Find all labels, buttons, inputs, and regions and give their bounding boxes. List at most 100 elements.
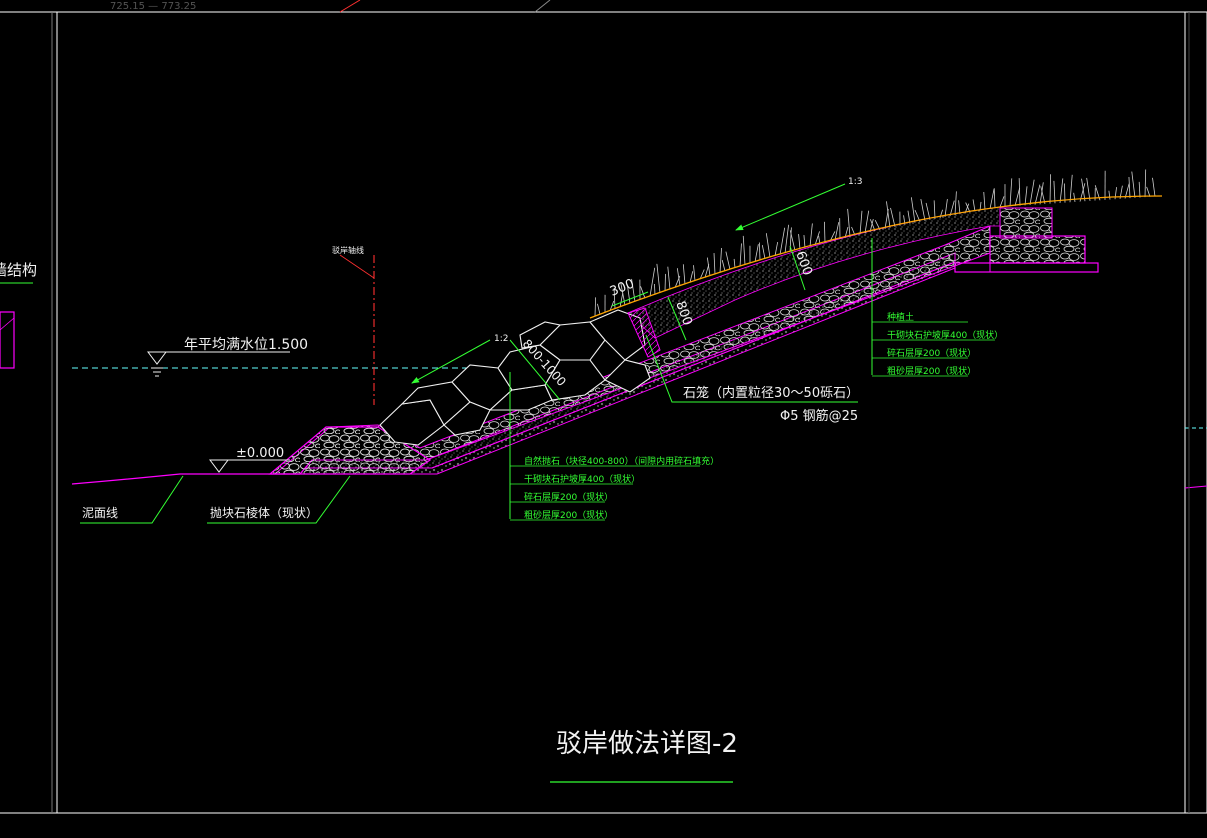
grass-blade (1049, 174, 1051, 204)
left-clip-box-diagonal (0, 317, 15, 331)
grass-blade (1152, 177, 1156, 197)
grass-blade (649, 267, 656, 297)
water-level-label: 年平均满水位1.500 (184, 337, 308, 353)
top-wall-base (954, 262, 1099, 273)
grass-blade (682, 264, 686, 285)
grass-blade (594, 297, 597, 317)
grass-blade (933, 200, 936, 219)
grass-blade (1138, 181, 1141, 198)
grass-blade (999, 196, 1005, 208)
grass-blade (824, 221, 826, 243)
grass-blade (774, 242, 779, 257)
upper-callout-2: 干砌块石护坡厚400（现状） (887, 329, 1003, 341)
grass-blade (864, 210, 870, 234)
slope-lower-label: 1:2 (494, 334, 508, 344)
grass-blade (654, 283, 656, 295)
grass-blade (1059, 178, 1064, 203)
upper-callout-4: 粗砂层厚200（现状） (887, 365, 976, 377)
grass-blade (1144, 169, 1147, 198)
left-clip-box (0, 311, 15, 369)
grass-blade (784, 224, 790, 254)
grass-blade (803, 235, 806, 248)
grass-blade (834, 222, 840, 241)
upper-callouts: 种植土 干砌块石护坡厚400（现状） 碎石层厚200（现状） 粗砂层厚200（现… (872, 311, 1003, 377)
grass-blade (1069, 174, 1073, 203)
grass-blade (758, 242, 761, 261)
grass-blade (667, 266, 671, 290)
lower-callout-4: 粗砂层厚200（现状） (524, 509, 613, 521)
lower-callout-1: 自然抛石（块径400-800）（间隙内用碎石填充） (524, 455, 719, 467)
grass-blade (859, 210, 863, 235)
left-clip-label: 墙结构 (0, 261, 37, 279)
top-grey-slash (534, 0, 551, 13)
grass-blade (1029, 179, 1035, 206)
riprap-label: 抛块石棱体（现状） (210, 505, 318, 520)
grass-blade (713, 253, 716, 275)
grass-blade (989, 188, 995, 209)
grass-blade (721, 260, 726, 272)
top-wall-block (989, 235, 1086, 264)
grass-blade (1073, 192, 1076, 202)
cad-drawing-canvas[interactable]: 725.15 — 773.25 墙结构 (0, 0, 1207, 838)
grass-blade (1146, 186, 1151, 197)
grass-blade (765, 233, 771, 258)
grass-blade (754, 244, 759, 262)
grass-blade (925, 202, 931, 220)
datum-label: ±0.000 (236, 446, 284, 461)
grass-blade (640, 286, 646, 299)
grass-blade (1034, 184, 1041, 205)
grass-blade (1053, 180, 1056, 204)
grass-blade (958, 200, 961, 215)
grass-blade (739, 243, 742, 267)
grass-blade (1128, 176, 1131, 199)
grass-blade (597, 303, 601, 315)
grass-blade (920, 198, 926, 221)
grass-blade (890, 207, 896, 227)
top-wall-cap (999, 207, 1053, 239)
drawing-frame (0, 11, 1207, 814)
top-red-slash (339, 0, 361, 13)
slope-upper-label: 1:3 (848, 177, 862, 187)
grass-blade (664, 273, 666, 292)
grass-blade (725, 251, 731, 270)
right-magenta-line (1184, 485, 1207, 489)
grass-blade (779, 227, 786, 255)
grass-blade (809, 223, 813, 247)
lower-callout-2: 干砌块石护坡厚400（现状） (524, 473, 640, 485)
grass-blade (719, 248, 722, 273)
lower-callout-3: 碎石层厚200（现状） (524, 491, 613, 503)
upper-callout-1: 种植土 (887, 311, 914, 323)
lower-callouts: 自然抛石（块径400-800）（间隙内用碎石填充） 干砌块石护坡厚400（现状）… (510, 455, 719, 521)
grass-blade (993, 188, 996, 208)
grass-blade (656, 263, 661, 293)
grass-blade (954, 191, 957, 216)
water-level-symbol (147, 351, 290, 377)
grass-blade (1024, 186, 1028, 206)
grass-blade (1131, 171, 1136, 198)
grass-blade (972, 199, 976, 212)
grass-blade (983, 191, 986, 210)
grass-blade (798, 233, 801, 250)
grass-blade (693, 265, 696, 281)
gabion-label: 石笼（内置粒径30～50砾石） (683, 385, 859, 401)
top-clip-text: 725.15 — 773.25 (110, 1, 196, 12)
grass-blade (1014, 187, 1021, 207)
grass-blade (742, 235, 746, 265)
grass-blade (1086, 177, 1091, 201)
rebar-label: Φ5 钢筋@25 (780, 408, 858, 424)
upper-callout-3: 碎石层厚200（现状） (887, 347, 976, 359)
grass-blade (1009, 178, 1013, 207)
grass-blade (944, 198, 948, 218)
mud-line-label: 泥面线 (82, 506, 118, 520)
grass-blade (910, 197, 916, 223)
grass-blade (733, 258, 736, 269)
grass-blade (1018, 178, 1021, 206)
grass-blade (847, 208, 851, 237)
slope-upper-arrow (735, 183, 846, 231)
drawing-title: 驳岸做法详图-2 (556, 729, 738, 759)
center-axis-label: 驳岸轴线 (332, 245, 364, 255)
grass-blade (1108, 190, 1111, 200)
center-axis-leader (339, 254, 375, 279)
grass-blade (761, 245, 766, 260)
mud-ground-line (71, 473, 300, 485)
